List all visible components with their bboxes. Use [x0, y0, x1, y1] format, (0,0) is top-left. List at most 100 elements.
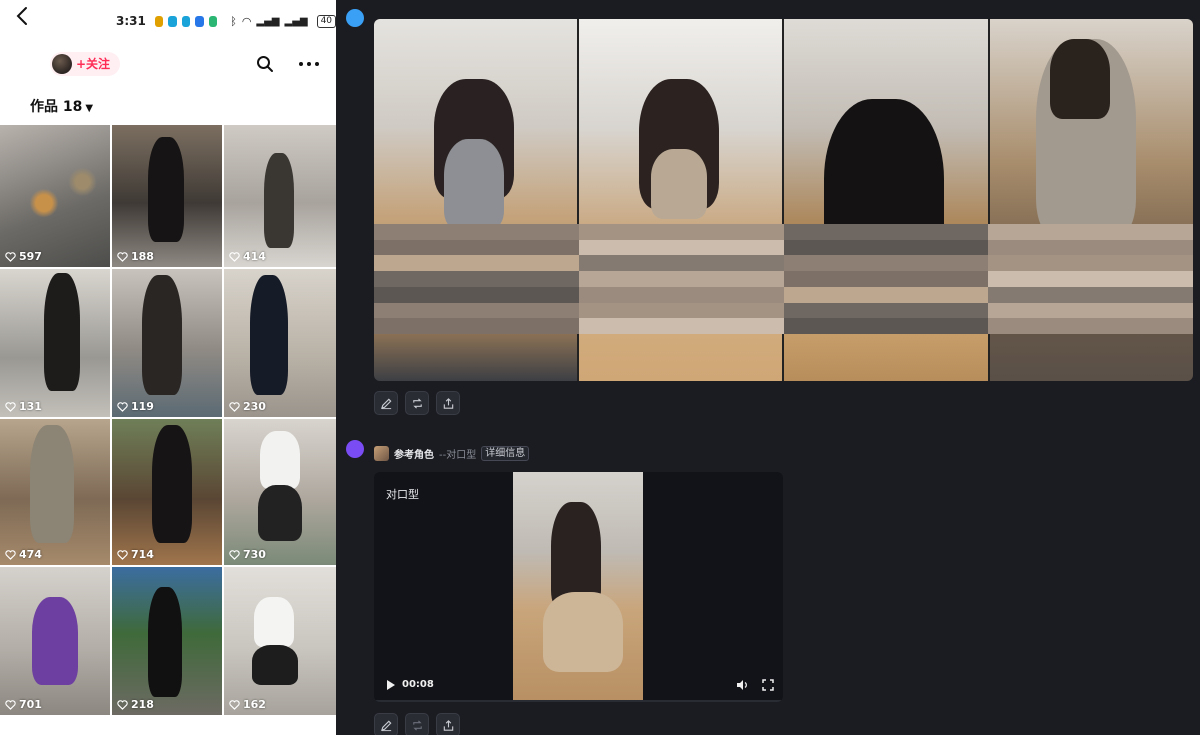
video-player[interactable]: 对口型 00:08 [374, 472, 783, 702]
mosaic-block [799, 224, 815, 240]
mosaic-block [893, 255, 910, 272]
like-count: 474 [5, 548, 42, 561]
video-progress-bar[interactable] [374, 700, 783, 702]
mosaic-block [657, 255, 674, 272]
fullscreen-icon[interactable] [762, 679, 774, 691]
grid-item[interactable]: 714 [112, 419, 222, 565]
more-icon[interactable] [298, 55, 320, 73]
mosaic-block [909, 302, 926, 319]
mosaic-block [736, 318, 752, 334]
share-button[interactable] [436, 713, 460, 735]
mosaic-block [374, 271, 390, 287]
grid-item[interactable]: 701 [0, 567, 110, 715]
grid-item[interactable]: 597 [0, 125, 110, 267]
mosaic-block [500, 224, 516, 240]
mosaic-block [815, 318, 831, 334]
heart-icon [5, 401, 16, 412]
mosaic-block [1114, 271, 1130, 287]
mosaic-block [1004, 286, 1020, 303]
mosaic-block [767, 318, 784, 334]
mosaic-block [767, 224, 784, 240]
works-tab[interactable]: 作品 18 ▼ [30, 96, 93, 116]
mosaic-block [594, 302, 611, 319]
mosaic-block [452, 255, 469, 272]
mosaic-block [815, 271, 831, 287]
volume-icon[interactable] [736, 679, 749, 691]
mosaic-block [1161, 302, 1178, 319]
mosaic-block [1035, 239, 1052, 256]
repost-button[interactable] [405, 713, 429, 735]
mosaic-block [1004, 239, 1020, 256]
grid-item[interactable]: 218 [112, 567, 222, 715]
mosaic-block [515, 318, 532, 334]
play-icon[interactable] [386, 680, 396, 690]
mosaic-block [752, 255, 768, 272]
edit-button[interactable] [374, 713, 398, 735]
mosaic-block [1161, 255, 1178, 272]
mosaic-block [405, 255, 422, 272]
grid-item[interactable]: 162 [224, 567, 336, 715]
mosaic-block [862, 239, 878, 256]
mosaic-block [531, 255, 548, 272]
mosaic-block [389, 271, 406, 287]
grid-item[interactable]: 474 [0, 419, 110, 565]
mosaic-block [468, 224, 485, 240]
mosaic-block [641, 271, 658, 287]
mosaic-block [452, 239, 469, 256]
app-root: 3:31 ᛒ ◠ ▂▄▆ ▂▄▆ 40 +关注 作品 18 ▼ 597 188 … [0, 0, 1200, 735]
grid-item[interactable]: 730 [224, 419, 336, 565]
reference-name[interactable]: 参考角色 [394, 446, 434, 461]
mosaic-block [1177, 255, 1193, 272]
mosaic-block [531, 318, 548, 334]
figure-shape [148, 137, 184, 242]
mosaic-block [1019, 318, 1036, 334]
like-count: 131 [5, 400, 42, 413]
figure-shape [32, 597, 78, 685]
battery-indicator: 40 [316, 14, 336, 28]
avatar[interactable] [52, 54, 72, 74]
heart-icon [229, 251, 240, 262]
mosaic-block [783, 224, 800, 240]
mosaic-block [389, 255, 406, 272]
mosaic-block [500, 318, 516, 334]
mosaic-block [468, 239, 485, 256]
mosaic-block [610, 255, 626, 272]
grid-item[interactable]: 188 [112, 125, 222, 267]
mosaic-block [594, 286, 611, 303]
mosaic-block [563, 318, 579, 334]
mosaic-block [673, 318, 689, 334]
grid-item[interactable]: 230 [224, 269, 336, 417]
grid-item[interactable]: 414 [224, 125, 336, 267]
mosaic-block [421, 286, 437, 303]
mosaic-block [421, 255, 437, 272]
mosaic-block [1051, 286, 1067, 303]
repost-button[interactable] [405, 391, 429, 415]
video-time: 00:08 [402, 679, 434, 690]
mosaic-block [484, 286, 500, 303]
mosaic-block [500, 286, 516, 303]
mosaic-block [1114, 224, 1130, 240]
grid-item[interactable]: 119 [112, 269, 222, 417]
mosaic-block [1177, 286, 1193, 303]
search-icon[interactable] [256, 55, 274, 73]
grid-item[interactable]: 131 [0, 269, 110, 417]
share-button[interactable] [436, 391, 460, 415]
mosaic-block [452, 271, 469, 287]
mosaic-block [689, 255, 705, 272]
mosaic-block [610, 271, 626, 287]
mosaic-block [909, 318, 926, 334]
mosaic-block [389, 224, 406, 240]
back-arrow-icon[interactable] [12, 4, 34, 28]
mosaic-block [657, 224, 674, 240]
edit-button[interactable] [374, 391, 398, 415]
detail-info-button[interactable]: 详细信息 [481, 445, 530, 461]
mosaic-block [783, 239, 800, 256]
mosaic-block [594, 255, 611, 272]
mosaic-block [752, 239, 768, 256]
app-icon [168, 15, 177, 27]
figure-shape [30, 425, 74, 543]
mosaic-block [956, 224, 973, 240]
mosaic-block [720, 286, 737, 303]
works-tab-label: 作品 18 [30, 99, 83, 115]
mosaic-block [1130, 302, 1146, 319]
